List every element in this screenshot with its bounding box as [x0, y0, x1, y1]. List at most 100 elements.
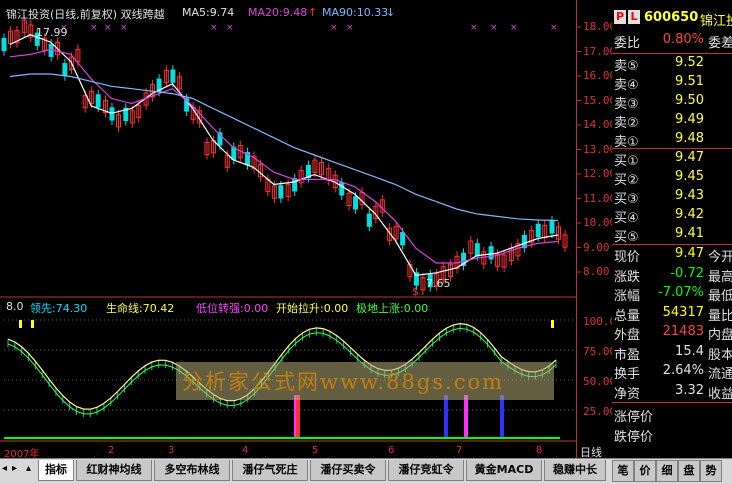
- quote-value: 21483: [662, 324, 704, 339]
- start-pull-label: 开始拉升:0.00: [276, 302, 349, 315]
- x-tick: 6: [388, 445, 395, 456]
- x-tick: 5: [312, 445, 319, 456]
- chart-area[interactable]: × × × × × × × × × × × × 锦江投资(日线,前复权) 双线跨越 MA5:9.74 …: [0, 0, 581, 458]
- tab-indicator[interactable]: 指标: [38, 460, 74, 481]
- life-line-label: 生命线:70.42: [106, 302, 175, 315]
- cross-marker-icon: ×: [470, 23, 478, 33]
- quote-label: 买③: [614, 192, 639, 207]
- quote-value: 15.4: [675, 343, 704, 359]
- quote-value: 9.48: [675, 131, 704, 146]
- badge-l[interactable]: L: [628, 10, 640, 24]
- scroll-right-icon[interactable]: ▸: [12, 463, 22, 477]
- quote-value: -7.07%: [658, 285, 704, 300]
- ma90-label: MA90:10.33: [322, 6, 389, 19]
- quote-value: 54317: [662, 304, 704, 320]
- watermark: 分析家公式网www.88gs.com: [176, 362, 554, 400]
- quote-extra-label: 股本: [708, 347, 732, 363]
- quote-label: 涨幅: [614, 289, 641, 304]
- cross-marker-icon: ×: [210, 23, 218, 33]
- axis-border: [576, 0, 613, 458]
- top-signal-mark: [31, 320, 34, 328]
- stock-name: 锦江投: [700, 14, 732, 29]
- signal-bar: [500, 395, 504, 437]
- quote-value: 9.51: [675, 74, 704, 89]
- quote-label: 涨跌: [614, 269, 641, 285]
- signal-bar: [464, 395, 468, 437]
- low-marker: 7.65: [426, 277, 451, 290]
- tab-ticks[interactable]: 笔: [612, 460, 634, 482]
- quote-extra-label: 今开: [708, 250, 732, 265]
- candle-body: [488, 246, 494, 260]
- badge-p[interactable]: P: [614, 10, 626, 24]
- x-tick: 2: [108, 445, 115, 456]
- candle-body: [278, 185, 284, 199]
- stock-code: 600650: [644, 10, 699, 25]
- quote-extra-label: 内盘: [708, 328, 732, 343]
- ma20-label: MA20:9.48: [248, 6, 308, 19]
- quote-value: 9.45: [675, 169, 704, 184]
- tab-trend[interactable]: 势: [700, 460, 722, 482]
- bid-row: 买⑤ 9.41: [612, 226, 732, 248]
- quote-value: 9.49: [675, 112, 704, 127]
- quote-value: 9.47: [675, 246, 704, 261]
- quote-value: 9.50: [675, 93, 704, 108]
- tab-menu-icon[interactable]: ▴: [26, 463, 36, 477]
- candle-body: [366, 213, 372, 227]
- quote-label: 卖②: [614, 116, 639, 131]
- high-marker: 17.99: [36, 26, 68, 39]
- low-strong-label: 低位转强:0.00: [196, 302, 269, 315]
- tab-red-wealth-ma[interactable]: 红财神均线: [76, 460, 152, 481]
- indicator-scale-top: 8.0: [6, 300, 24, 313]
- candle-body: [170, 69, 176, 83]
- candle-body: [292, 178, 298, 192]
- tab-panzai-2[interactable]: 潘仔买卖令: [310, 460, 386, 481]
- cross-marker-icon: ×: [346, 23, 354, 33]
- candle-body: [353, 196, 359, 210]
- quote-value: 9.43: [675, 188, 704, 203]
- tab-detail[interactable]: 细: [656, 460, 678, 482]
- candle-body: [1, 37, 7, 52]
- quote-label: 卖⑤: [614, 59, 639, 74]
- cross-marker-icon: ×: [104, 23, 112, 33]
- tab-panzai-1[interactable]: 潘仔气死庄: [232, 460, 308, 481]
- ma-line-ma5: [9, 34, 559, 276]
- quote-value: -0.72: [670, 265, 704, 281]
- quote-value: 9.47: [675, 150, 704, 165]
- quote-label: 市盈: [614, 347, 641, 363]
- quote-value: 9.52: [675, 55, 704, 70]
- bottom-rise-label: 极地上涨:0.00: [356, 302, 429, 315]
- quote-extra-label: 最低: [708, 289, 732, 304]
- down-arrow-icon: ↓: [386, 6, 396, 19]
- top-signal-mark: [19, 320, 22, 328]
- ma-line-ma90: [9, 73, 559, 222]
- cross-marker-icon: ×: [90, 23, 98, 33]
- tab-steady-profit[interactable]: 稳赚中长: [544, 460, 606, 481]
- scroll-left-icon[interactable]: ◂: [2, 463, 12, 477]
- candle-body: [535, 223, 541, 238]
- stat-row: 净资 3.32 收益: [612, 383, 732, 405]
- quote-label: 总量: [614, 308, 641, 324]
- quote-value: 9.42: [675, 207, 704, 222]
- candle-body: [400, 232, 406, 246]
- x-tick: 7: [456, 445, 463, 456]
- tab-panzai-3[interactable]: 潘仔竞虹令: [388, 460, 464, 481]
- signal-bar: [296, 395, 300, 437]
- quote-label: 卖③: [614, 97, 639, 112]
- top-signal-mark: [551, 320, 554, 328]
- x-tick: 4: [242, 445, 249, 456]
- tab-golden-macd[interactable]: 黄金MACD: [466, 460, 542, 481]
- tab-order-book[interactable]: 盘: [678, 460, 700, 482]
- quote-value: 2.64%: [662, 363, 704, 378]
- quote-extra-label: 最高: [708, 269, 732, 285]
- limit-down-row: 跌停价: [614, 430, 654, 445]
- signal-bar: [444, 395, 448, 437]
- tab-price[interactable]: 价: [634, 460, 656, 482]
- weibi-row: 委比 0.80% 委差: [614, 32, 732, 51]
- cross-marker-icon: ×: [120, 23, 128, 33]
- up-arrow-icon: ↑: [308, 6, 318, 19]
- cross-marker-icon: ×: [330, 23, 338, 33]
- candle-body: [62, 63, 68, 77]
- quote-extra-label: 收益: [708, 386, 732, 402]
- quote-value: 3.32: [675, 382, 704, 398]
- tab-bull-bear-bollinger[interactable]: 多空布林线: [154, 460, 230, 481]
